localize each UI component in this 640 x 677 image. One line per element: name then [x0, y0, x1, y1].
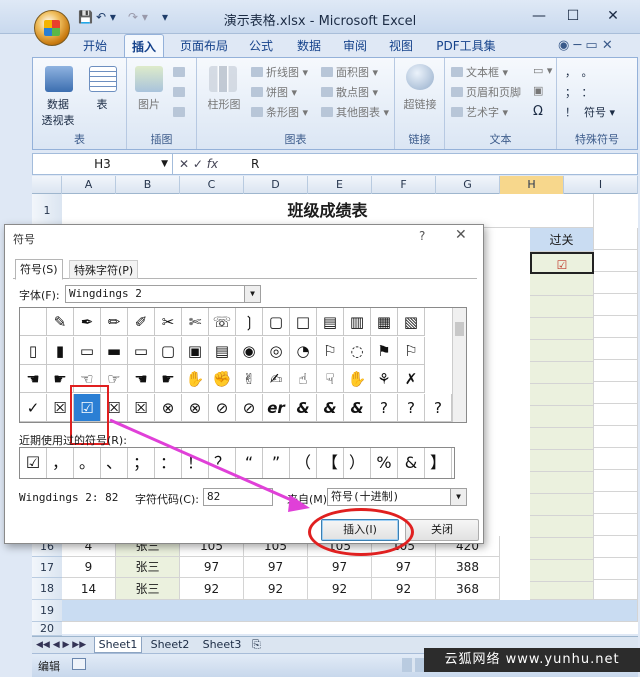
annotation-arrow	[109, 418, 310, 512]
office-button[interactable]	[34, 10, 70, 46]
